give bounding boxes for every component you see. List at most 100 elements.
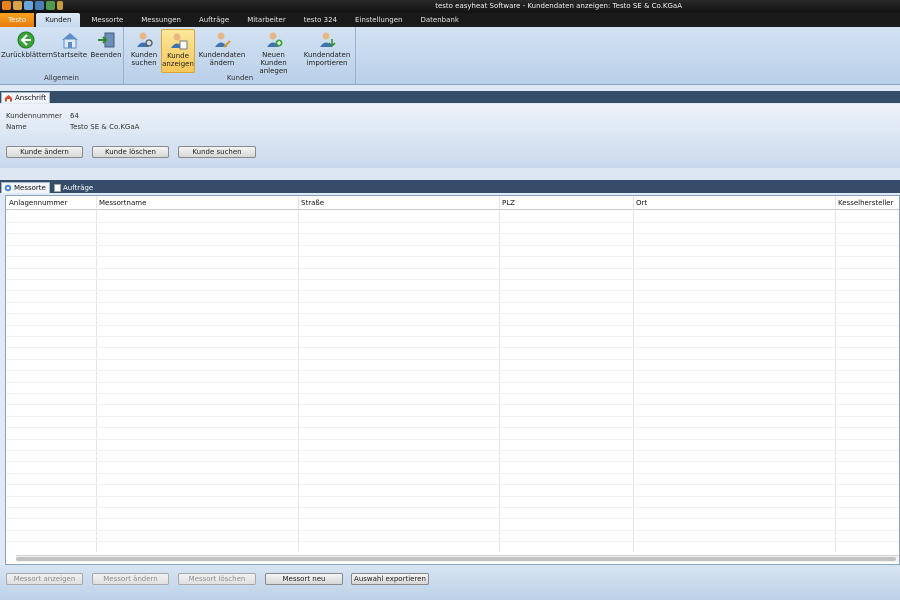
- column-divider: [96, 196, 97, 552]
- export-selection-button[interactable]: Auswahl exportieren: [351, 573, 429, 585]
- show-site-button[interactable]: Messort anzeigen: [6, 573, 83, 585]
- customer-import-icon: [320, 32, 336, 48]
- row-divider: [6, 416, 899, 417]
- window-title: testo easyheat Software - Kundendaten an…: [435, 2, 682, 10]
- col-plz[interactable]: PLZ: [499, 196, 633, 210]
- home-label: Startseite: [53, 51, 88, 59]
- tab-messorte[interactable]: Messorte: [82, 13, 132, 27]
- edit-customer-button[interactable]: Kunde ändern: [6, 146, 83, 158]
- ribbon: Zurückblättern Startseite Beenden Allgem…: [0, 27, 900, 85]
- customer-search-icon: [137, 32, 153, 47]
- column-divider: [633, 196, 634, 552]
- customer-edit-label-1: Kundendaten: [198, 51, 246, 59]
- tab-testo-324[interactable]: testo 324: [295, 13, 346, 27]
- row-divider: [6, 473, 899, 474]
- ribbon-tabs: Testo Kunden Messorte Messungen Aufträge…: [0, 13, 900, 27]
- row-divider: [6, 461, 899, 462]
- row-divider: [6, 222, 899, 223]
- row-divider: [6, 302, 899, 303]
- address-tab-bar: Anschrift: [0, 91, 900, 103]
- customer-show-icon: [171, 33, 188, 50]
- tab-auftraege[interactable]: Aufträge: [190, 13, 238, 27]
- customer-edit-label-2: ändern: [209, 59, 235, 67]
- customer-new-label-1: Neuen Kunden: [260, 51, 287, 67]
- measurement-sites-table[interactable]: Anlagennummer Messortname Straße PLZ Ort…: [5, 195, 900, 565]
- customer-number-value: 64: [70, 112, 79, 120]
- save-icon[interactable]: [35, 1, 44, 10]
- customer-search-button[interactable]: Kunden suchen: [129, 29, 159, 73]
- export-icon[interactable]: [46, 1, 55, 10]
- customer-import-button[interactable]: Kundendaten importieren: [302, 29, 352, 73]
- row-divider: [6, 370, 899, 371]
- back-button[interactable]: Zurückblättern: [1, 29, 54, 73]
- row-divider: [6, 507, 899, 508]
- row-divider: [6, 336, 899, 337]
- row-divider: [6, 530, 899, 531]
- col-ort[interactable]: Ort: [633, 196, 835, 210]
- row-divider: [6, 496, 899, 497]
- search-customer-button[interactable]: Kunde suchen: [178, 146, 256, 158]
- exit-button[interactable]: Beenden: [90, 29, 122, 73]
- app-logo-icon[interactable]: [2, 1, 11, 10]
- home-button[interactable]: Startseite: [53, 29, 87, 73]
- col-kesselhersteller[interactable]: Kesselhersteller: [835, 196, 899, 210]
- customer-number-row: Kundennummer 64: [6, 112, 79, 120]
- customer-edit-icon: [215, 32, 231, 48]
- row-divider: [6, 382, 899, 383]
- address-panel: Kundennummer 64 Name Testo SE & Co.KGaA Ku…: [0, 104, 900, 168]
- col-anlagennummer[interactable]: Anlagennummer: [6, 196, 96, 210]
- row-divider: [6, 359, 899, 360]
- title-bar: testo easyheat Software - Kundendaten an…: [0, 0, 900, 13]
- row-divider: [6, 325, 899, 326]
- tab-testo[interactable]: Testo: [0, 13, 35, 27]
- customer-icon[interactable]: [13, 1, 22, 10]
- customer-name-label: Name: [6, 123, 27, 131]
- tab-messorte-lower[interactable]: Messorte: [1, 182, 50, 193]
- customer-search-label-1: Kunden: [130, 51, 158, 59]
- group-kunden: Kunden suchen Kunde anzeigen Kundendaten…: [125, 27, 356, 84]
- customer-add-icon: [266, 32, 282, 47]
- horizontal-scrollbar[interactable]: [16, 555, 899, 562]
- customer-name-row: Name Testo SE & Co.KGaA: [6, 123, 139, 131]
- tab-auftraege-label: Aufträge: [63, 184, 94, 192]
- group-allgemein-label: Allgemein: [44, 74, 79, 82]
- row-divider: [6, 279, 899, 280]
- row-divider: [6, 245, 899, 246]
- location-icon: [4, 184, 12, 192]
- col-strasse[interactable]: Straße: [298, 196, 499, 210]
- row-divider: [6, 256, 899, 257]
- group-allgemein: Zurückblättern Startseite Beenden Allgem…: [0, 27, 124, 84]
- tab-auftraege-lower[interactable]: Aufträge: [51, 182, 97, 193]
- customer-new-button[interactable]: Neuen Kunden anlegen: [248, 29, 299, 75]
- back-label: Zurückblättern: [1, 51, 54, 59]
- dropdown-icon[interactable]: [57, 1, 63, 10]
- delete-customer-button[interactable]: Kunde löschen: [92, 146, 169, 158]
- tab-anschrift[interactable]: Anschrift: [1, 92, 51, 103]
- row-divider: [6, 518, 899, 519]
- row-divider: [6, 427, 899, 428]
- separator: [0, 168, 900, 179]
- column-divider: [298, 196, 299, 552]
- scrollbar-thumb[interactable]: [16, 557, 896, 561]
- column-divider: [835, 196, 836, 552]
- edit-site-button[interactable]: Messort ändern: [92, 573, 169, 585]
- action-bar: Messort anzeigen Messort ändern Messort …: [0, 565, 900, 600]
- customer-name-value: Testo SE & Co.KGaA: [70, 123, 140, 131]
- tab-messorte-label: Messorte: [14, 184, 46, 192]
- gauge-icon[interactable]: [24, 1, 33, 10]
- customer-show-button[interactable]: Kunde anzeigen: [161, 29, 195, 73]
- tab-mitarbeiter[interactable]: Mitarbeiter: [238, 13, 295, 27]
- tab-messungen[interactable]: Messungen: [132, 13, 190, 27]
- tab-datenbank[interactable]: Datenbank: [411, 13, 467, 27]
- row-divider: [6, 393, 899, 394]
- back-arrow-icon: [17, 31, 34, 49]
- tab-kunden[interactable]: Kunden: [36, 13, 81, 27]
- new-site-button[interactable]: Messort neu: [265, 573, 343, 585]
- delete-site-button[interactable]: Messort löschen: [178, 573, 256, 585]
- document-icon: [54, 184, 61, 192]
- customer-edit-button[interactable]: Kundendaten ändern: [198, 29, 246, 73]
- row-divider: [6, 268, 899, 269]
- tab-anschrift-label: Anschrift: [15, 94, 47, 102]
- col-messortname[interactable]: Messortname: [96, 196, 298, 210]
- tab-einstellungen[interactable]: Einstellungen: [346, 13, 411, 27]
